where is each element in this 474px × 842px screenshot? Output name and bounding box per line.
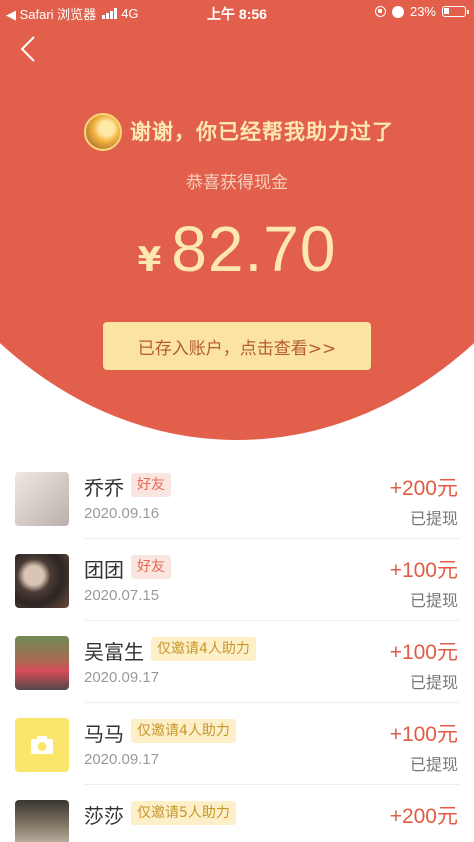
back-button[interactable]	[14, 34, 42, 64]
withdraw-status: 已提现	[409, 755, 458, 774]
withdraw-status: 已提现	[409, 673, 458, 692]
invite-tag: 仅邀请5人助力	[131, 801, 236, 825]
thanks-message: 谢谢，你已经帮我助力过了	[130, 120, 394, 144]
battery-icon	[442, 6, 469, 17]
status-bar: ◀ Safari 浏览器 4G 上午 8:56 23%	[0, 0, 474, 26]
list-item[interactable]: 团团 好友 2020.07.15 +100元 已提现	[0, 539, 474, 621]
battery-percent: 23%	[409, 4, 436, 19]
list-item[interactable]: 乔乔 好友 2020.09.16 +200元 已提现	[0, 457, 474, 539]
list-item[interactable]: 莎莎 仅邀请5人助力 +200元	[0, 785, 474, 842]
withdraw-status: 已提现	[409, 591, 458, 610]
currency-symbol: ¥	[137, 240, 162, 280]
amount-value: 82.70	[171, 213, 337, 285]
congrats-message: 恭喜获得现金	[186, 173, 288, 193]
reward-amount: +100元	[389, 559, 458, 582]
friend-name: 莎莎	[84, 804, 124, 828]
reward-amount: +200元	[389, 805, 458, 828]
back-chevron-icon	[20, 36, 35, 62]
avatar	[15, 472, 69, 526]
invite-tag: 仅邀请4人助力	[151, 637, 256, 661]
avatar	[15, 718, 69, 772]
list-item[interactable]: 马马 仅邀请4人助力 2020.09.17 +100元 已提现	[0, 703, 474, 785]
friend-name: 马马	[84, 722, 124, 746]
reward-amount: +100元	[389, 641, 458, 664]
status-right: 23%	[374, 4, 469, 19]
camera-icon	[31, 736, 53, 754]
view-account-button[interactable]: 已存入账户，点击查看>>	[103, 322, 371, 370]
avatar	[15, 636, 69, 690]
avatar	[15, 800, 69, 842]
reward-amount: +200元	[389, 477, 458, 500]
friend-tag: 好友	[131, 555, 171, 579]
alarm-icon	[391, 5, 404, 18]
friend-name: 乔乔	[84, 476, 124, 500]
friend-tag: 好友	[131, 473, 171, 497]
avatar	[84, 113, 122, 151]
friend-name: 团团	[84, 558, 124, 582]
withdraw-status: 已提现	[409, 509, 458, 528]
list-item[interactable]: 吴富生 仅邀请4人助力 2020.09.17 +100元 已提现	[0, 621, 474, 703]
record-date: 2020.09.17	[84, 669, 160, 686]
invite-records-list: 乔乔 好友 2020.09.16 +200元 已提现 团团 好友 2020.07…	[0, 457, 474, 842]
friend-name: 吴富生	[84, 640, 144, 664]
lock-rotation-icon	[374, 6, 386, 17]
cash-amount: ¥ 82.70	[0, 212, 474, 286]
reward-amount: +100元	[389, 723, 458, 746]
record-date: 2020.09.16	[84, 505, 160, 522]
avatar	[15, 554, 69, 608]
hero-section: ◀ Safari 浏览器 4G 上午 8:56 23% 谢谢，你已经帮我助力过了…	[0, 0, 474, 460]
record-date: 2020.07.15	[84, 587, 160, 604]
record-date: 2020.09.17	[84, 751, 160, 768]
invite-tag: 仅邀请4人助力	[131, 719, 236, 743]
